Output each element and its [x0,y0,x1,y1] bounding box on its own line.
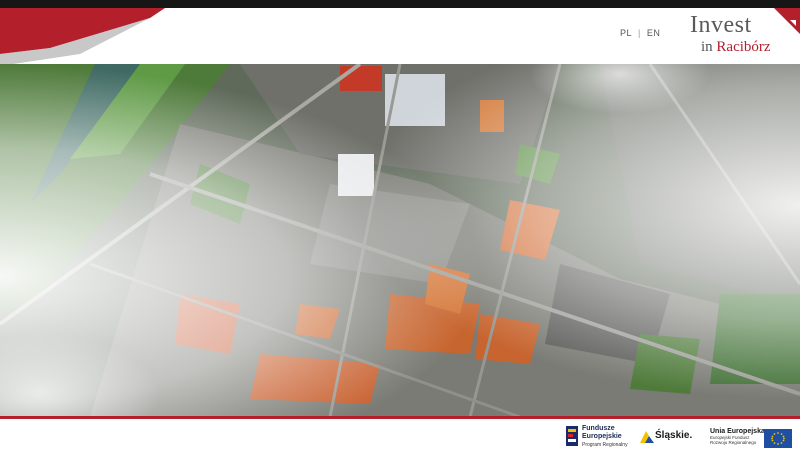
corner-decoration [0,8,165,66]
invest-in-raciborz-logo[interactable]: Invest in Racibórz [688,8,800,60]
language-option-en[interactable]: EN [647,28,661,38]
language-option-pl[interactable]: PL [620,28,632,38]
eu-flag-icon [764,429,792,448]
logo-corner-mark-icon [774,8,800,34]
fundusze-line1: Fundusze [582,425,615,432]
slaskie-text: Śląskie. [655,430,693,441]
logo-text-invest: Invest [690,12,752,38]
fundusze-europejskie-text: Fundusze Europejskie Program Regionalny [582,425,628,449]
top-bar [0,0,800,8]
aerial-city-map [0,64,800,417]
ue-line3: Rozwoju Regionalnego [710,440,757,445]
fundusze-line2: Europejskie [582,433,622,440]
logo-text-raciborz: Racibórz [716,39,771,55]
logo-text-in: in [701,39,713,55]
language-switcher: PL | EN [620,28,660,38]
logo-text-city: in Racibórz [701,39,771,56]
slaskie-icon [640,431,654,443]
aerial-map-graphic [0,64,800,417]
fundusze-line3: Program Regionalny [582,442,628,448]
unia-europejska-text: Unia Europejska Europejski Fundusz Rozwo… [710,428,765,445]
fundusze-europejskie-icon [566,426,578,446]
language-separator: | [638,28,641,38]
